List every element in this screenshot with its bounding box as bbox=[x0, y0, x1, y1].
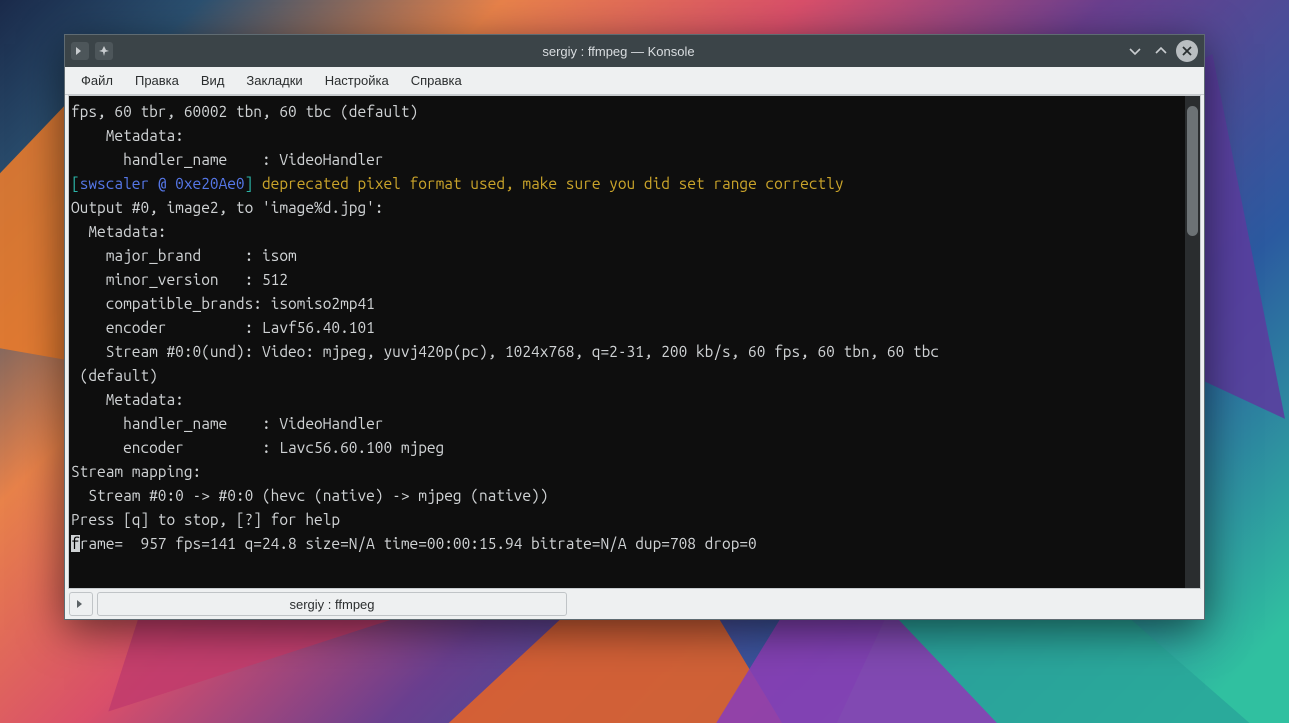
tab-label: sergiy : ffmpeg bbox=[289, 597, 374, 612]
term-line: compatible_brands: isomiso2mp41 bbox=[71, 295, 375, 312]
term-line: handler_name : VideoHandler bbox=[71, 415, 383, 432]
term-bracket: [ bbox=[71, 175, 80, 192]
term-line: Stream #0:0(und): Video: mjpeg, yuvj420p… bbox=[71, 343, 939, 360]
minimize-button[interactable] bbox=[1124, 40, 1146, 62]
term-warning: deprecated pixel format used, make sure … bbox=[262, 175, 844, 192]
new-tab-button[interactable] bbox=[69, 592, 93, 616]
window-title: sergiy : ffmpeg — Konsole bbox=[113, 44, 1124, 59]
menubar: Файл Правка Вид Закладки Настройка Справ… bbox=[65, 67, 1204, 95]
term-line: fps, 60 tbr, 60002 tbn, 60 tbc (default) bbox=[71, 103, 418, 120]
menu-view[interactable]: Вид bbox=[191, 69, 235, 92]
term-line: Metadata: bbox=[71, 223, 166, 240]
term-line: Metadata: bbox=[71, 127, 184, 144]
terminal-tab[interactable]: sergiy : ffmpeg bbox=[97, 592, 567, 616]
term-module: swscaler @ 0xe20Ae0 bbox=[80, 175, 245, 192]
term-line: Metadata: bbox=[71, 391, 184, 408]
term-line: Stream mapping: bbox=[71, 463, 201, 480]
menu-edit[interactable]: Правка bbox=[125, 69, 189, 92]
term-line: encoder : Lavc56.60.100 mjpeg bbox=[71, 439, 444, 456]
term-line: rame= 957 fps=141 q=24.8 size=N/A time=0… bbox=[80, 535, 757, 552]
pin-icon[interactable] bbox=[95, 42, 113, 60]
menu-help[interactable]: Справка bbox=[401, 69, 472, 92]
scroll-thumb[interactable] bbox=[1187, 106, 1198, 236]
menu-settings[interactable]: Настройка bbox=[315, 69, 399, 92]
menu-file[interactable]: Файл bbox=[71, 69, 123, 92]
term-line: encoder : Lavf56.40.101 bbox=[71, 319, 375, 336]
term-line: (default) bbox=[71, 367, 158, 384]
terminal-container: fps, 60 tbr, 60002 tbn, 60 tbc (default)… bbox=[68, 95, 1201, 589]
close-button[interactable] bbox=[1176, 40, 1198, 62]
maximize-button[interactable] bbox=[1150, 40, 1172, 62]
app-menu-icon[interactable] bbox=[71, 42, 89, 60]
menu-bookmarks[interactable]: Закладки bbox=[236, 69, 312, 92]
term-bracket: ] bbox=[245, 175, 262, 192]
terminal-cursor: f bbox=[71, 535, 80, 552]
term-line: handler_name : VideoHandler bbox=[71, 151, 383, 168]
titlebar: sergiy : ffmpeg — Konsole bbox=[65, 35, 1204, 67]
tabbar: sergiy : ffmpeg bbox=[65, 589, 1204, 619]
term-line: major_brand : isom bbox=[71, 247, 297, 264]
terminal-output[interactable]: fps, 60 tbr, 60002 tbn, 60 tbc (default)… bbox=[69, 96, 1185, 588]
term-line: Output #0, image2, to 'image%d.jpg': bbox=[71, 199, 383, 216]
term-line: Press [q] to stop, [?] for help bbox=[71, 511, 340, 528]
term-line: minor_version : 512 bbox=[71, 271, 288, 288]
konsole-window: sergiy : ffmpeg — Konsole Файл Правка Ви… bbox=[64, 34, 1205, 620]
terminal-scrollbar[interactable] bbox=[1185, 96, 1200, 588]
term-line: Stream #0:0 -> #0:0 (hevc (native) -> mj… bbox=[71, 487, 548, 504]
